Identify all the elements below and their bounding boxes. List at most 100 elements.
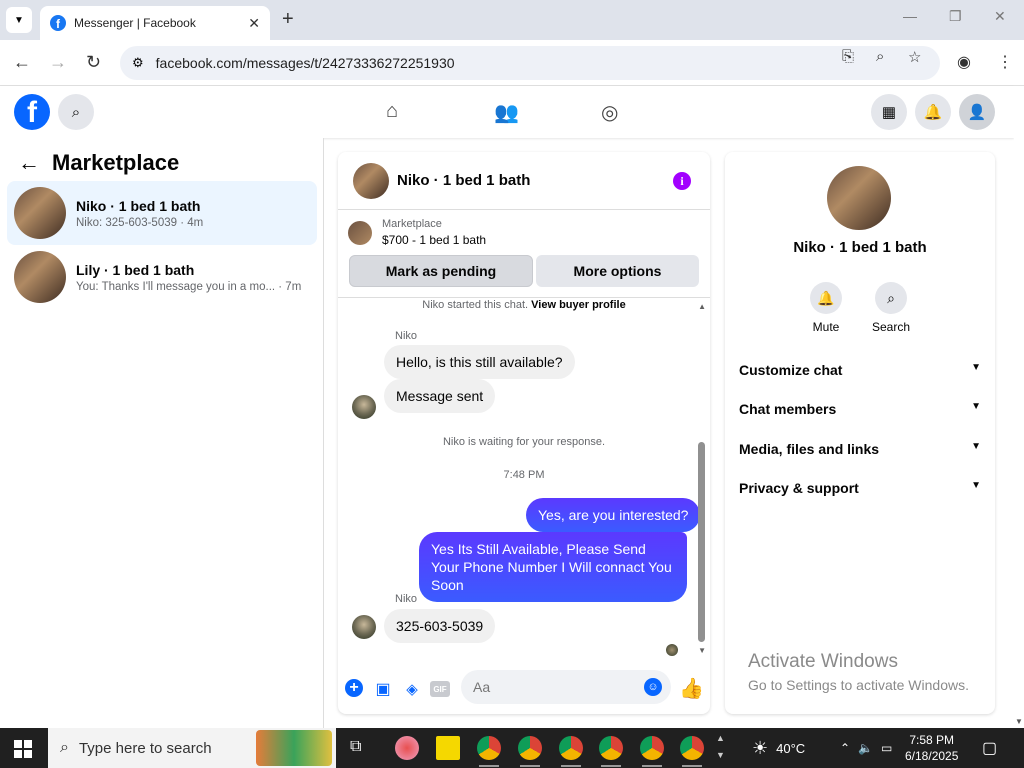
facebook-header: f ⌕ ⌂ 👥 ◎ ▦ 🔔 👤: [0, 86, 1014, 138]
chevron-down-icon: ▼: [971, 362, 981, 373]
waiting-notice: Niko is waiting for your response.: [442, 436, 605, 448]
conversation-item-lily[interactable]: Lily · 1 bed 1 bath You: Thanks I'll mes…: [7, 245, 317, 309]
paint-app-icon[interactable]: [395, 736, 419, 760]
chrome-icon[interactable]: [680, 736, 704, 767]
chat-title: Niko · 1 bed 1 bath: [397, 172, 531, 189]
scroll-down-arrow-icon[interactable]: ▼: [1015, 717, 1023, 726]
avatar: [14, 187, 66, 239]
conversation-item-niko[interactable]: Niko · 1 bed 1 bath Niko: 325-603-5039 ·…: [7, 181, 317, 245]
sender-avatar[interactable]: [352, 395, 376, 419]
more-options-button[interactable]: More options: [536, 255, 699, 287]
new-tab-plus-icon[interactable]: +: [282, 8, 294, 31]
facebook-favicon-icon: f: [50, 15, 66, 31]
incoming-message[interactable]: 325-603-5039: [384, 609, 496, 643]
message-scrollbar[interactable]: [698, 442, 705, 642]
chat-header[interactable]: Niko · 1 bed 1 bath: [338, 152, 710, 210]
profile-icon[interactable]: ◉: [957, 52, 971, 72]
search-button[interactable]: ⌕ Search: [861, 282, 921, 334]
scroll-down-arrow-icon[interactable]: ▼: [698, 646, 706, 655]
windows-start-icon[interactable]: [14, 740, 32, 758]
chrome-icon[interactable]: [559, 736, 583, 767]
reload-icon[interactable]: ↻: [86, 52, 101, 73]
restore-icon[interactable]: ❐: [949, 8, 962, 25]
section-chat-members[interactable]: Chat members ▼: [739, 401, 981, 417]
search-icon: ⌕: [875, 282, 907, 314]
section-privacy-support[interactable]: Privacy & support ▼: [739, 480, 981, 496]
home-icon[interactable]: ⌂: [386, 100, 398, 123]
section-label: Media, files and links: [739, 441, 880, 457]
outgoing-message[interactable]: Yes Its Still Available, Please Send You…: [419, 532, 687, 602]
bookmark-star-icon[interactable]: ☆: [908, 48, 921, 66]
back-arrow-icon[interactable]: ←: [18, 150, 40, 176]
like-thumb-icon[interactable]: 👍: [679, 676, 704, 701]
back-arrow-icon[interactable]: ←: [13, 52, 31, 73]
chrome-icon[interactable]: [518, 736, 542, 767]
sticker-icon[interactable]: ◈: [402, 679, 422, 699]
avatar[interactable]: [827, 166, 891, 230]
mute-button[interactable]: 🔔 Mute: [796, 282, 856, 334]
clock-date: 6/18/2025: [905, 749, 959, 763]
network-icon[interactable]: ▭: [881, 741, 892, 755]
forward-arrow-icon[interactable]: →: [49, 52, 67, 73]
speaker-icon[interactable]: 🔈: [858, 741, 873, 755]
windows-taskbar: ⌕ Type here to search ⧉ ▲ ▼ ☀ 40°C ⌃ 🔈 ▭ …: [0, 728, 1024, 768]
conversation-name: Lily · 1 bed 1 bath: [76, 261, 195, 278]
mark-as-pending-button[interactable]: Mark as pending: [349, 255, 533, 287]
window-close-icon[interactable]: ✕: [994, 8, 1006, 25]
menu-grid-icon[interactable]: ▦: [871, 94, 907, 130]
scroll-up-arrow-icon[interactable]: ▲: [698, 302, 706, 311]
section-customize-chat[interactable]: Customize chat ▼: [739, 362, 981, 378]
address-bar[interactable]: ⚙ facebook.com/messages/t/24273336272251…: [120, 46, 940, 80]
page-title: Marketplace: [52, 150, 180, 175]
tab-close-icon[interactable]: ✕: [248, 15, 260, 32]
facebook-logo-icon[interactable]: f: [14, 94, 50, 130]
info-icon[interactable]: i: [673, 172, 691, 190]
site-settings-icon[interactable]: ⚙: [132, 55, 144, 71]
listing-summary[interactable]: Marketplace $700 - 1 bed 1 bath: [348, 218, 486, 247]
chevron-up-icon[interactable]: ⌃: [840, 741, 850, 755]
browser-menu-icon[interactable]: ⋮: [997, 52, 1013, 72]
chrome-icon[interactable]: [599, 736, 623, 767]
page-scrollbar[interactable]: ▼: [1014, 86, 1024, 728]
section-media-files-links[interactable]: Media, files and links ▼: [739, 441, 981, 457]
notifications-icon[interactable]: ▢: [982, 738, 997, 758]
message-input[interactable]: [461, 670, 671, 704]
groups-icon[interactable]: ◎: [601, 100, 618, 125]
details-name: Niko · 1 bed 1 bath: [793, 239, 927, 256]
install-app-icon[interactable]: ⎘: [842, 48, 854, 65]
minimize-icon[interactable]: —: [903, 8, 917, 24]
taskbar-search[interactable]: ⌕ Type here to search: [48, 728, 336, 768]
browser-tab-bar: ▼ f Messenger | Facebook ✕ + — ❐ ✕: [0, 0, 1024, 40]
view-buyer-profile-link[interactable]: View buyer profile: [531, 299, 626, 311]
friends-icon[interactable]: 👥: [494, 100, 519, 125]
avatar: [14, 251, 66, 303]
search-icon[interactable]: ⌕: [58, 94, 94, 130]
account-avatar-icon[interactable]: 👤: [959, 94, 995, 130]
notifications-bell-icon[interactable]: 🔔: [915, 94, 951, 130]
gif-icon[interactable]: GIF: [430, 681, 450, 697]
emoji-icon[interactable]: ☺: [644, 678, 662, 696]
taskbar-search-placeholder: Type here to search: [78, 739, 212, 757]
avatar: [353, 162, 389, 199]
search-label: Search: [871, 320, 911, 334]
zoom-icon[interactable]: ⌕: [876, 48, 884, 65]
incoming-message[interactable]: Hello, is this still available?: [384, 345, 575, 379]
more-actions-plus-icon[interactable]: +: [345, 679, 363, 697]
sticky-notes-icon[interactable]: [436, 736, 460, 760]
tab-search-chevron-icon[interactable]: ▼: [6, 7, 32, 33]
chrome-icon[interactable]: [477, 736, 501, 767]
sender-avatar[interactable]: [352, 615, 376, 639]
system-tray[interactable]: ⌃ 🔈 ▭: [840, 728, 892, 768]
browser-tab-messenger[interactable]: f Messenger | Facebook ✕: [40, 6, 270, 40]
attach-photo-icon[interactable]: ▣: [373, 679, 393, 699]
weather-widget[interactable]: ☀ 40°C: [752, 728, 805, 768]
read-receipt-avatar: [666, 644, 678, 656]
activate-windows-watermark: Activate Windows Go to Settings to activ…: [748, 651, 969, 693]
chrome-icon[interactable]: [640, 736, 664, 767]
incoming-message[interactable]: Message sent: [384, 379, 496, 413]
system-clock[interactable]: 7:58 PM 6/18/2025: [905, 732, 958, 764]
taskbar-overflow-arrows-icon[interactable]: ▲ ▼: [716, 730, 725, 764]
outgoing-message[interactable]: Yes, are you interested?: [526, 498, 701, 532]
conversation-snippet: You: Thanks I'll message you in a mo... …: [76, 280, 302, 293]
task-view-icon[interactable]: ⧉: [350, 738, 361, 756]
